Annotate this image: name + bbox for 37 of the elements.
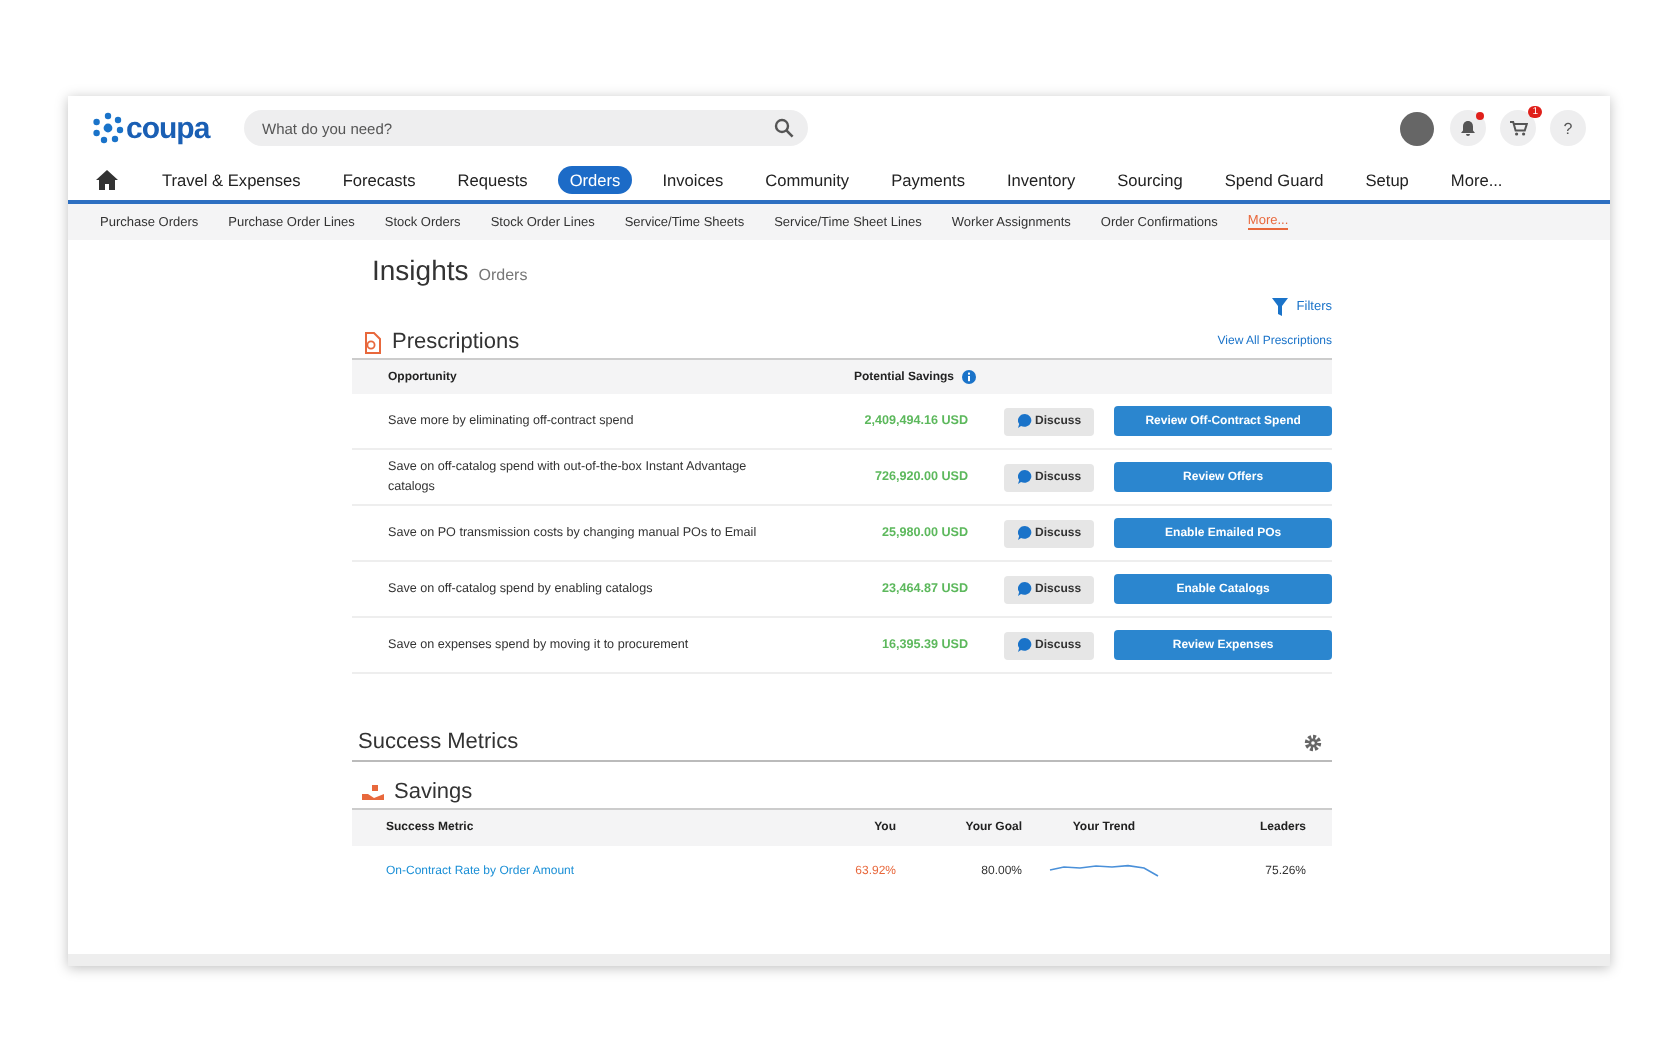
nav-tab[interactable]: Inventory — [994, 166, 1088, 194]
home-icon — [96, 170, 118, 190]
search-icon — [774, 118, 794, 138]
chat-icon — [1017, 638, 1032, 652]
funnel-icon — [1272, 298, 1289, 316]
nav-tab[interactable]: More... — [1438, 166, 1515, 194]
avatar[interactable] — [1400, 111, 1434, 145]
nav-tab[interactable]: Invoices — [650, 166, 736, 194]
nav-tab[interactable]: Community — [753, 166, 862, 194]
savings-icon — [362, 783, 384, 801]
nav-tab[interactable]: Requests — [445, 166, 540, 194]
prescription-icon — [362, 331, 382, 353]
logo[interactable]: coupa — [92, 111, 244, 145]
page-title: Insights — [372, 254, 469, 286]
nav-tab[interactable]: Forecasts — [330, 166, 428, 194]
section-title: Savings — [394, 780, 473, 804]
nav-tab[interactable]: Sourcing — [1105, 166, 1195, 194]
nav-tab[interactable]: Orders — [557, 166, 633, 194]
nav-tab[interactable]: Spend Guard — [1212, 166, 1336, 194]
chat-icon — [1017, 526, 1032, 540]
bell-icon — [1460, 120, 1476, 136]
page-subtitle: Orders — [478, 266, 528, 284]
chat-icon — [1017, 470, 1032, 484]
trend-sparkline — [1048, 864, 1160, 880]
chat-icon — [1017, 582, 1032, 596]
nav-tab[interactable]: Travel & Expenses — [150, 166, 313, 194]
notifications-button[interactable] — [1450, 110, 1486, 146]
chat-icon — [1017, 414, 1032, 428]
section-title: Success Metrics — [358, 730, 519, 754]
nav-tab[interactable]: Payments — [879, 166, 977, 194]
info-icon — [962, 370, 976, 384]
help-button[interactable]: ? — [1550, 110, 1586, 146]
cart-icon — [1509, 120, 1527, 136]
section-title: Prescriptions — [392, 330, 520, 354]
settings-icon — [1304, 733, 1322, 751]
logo-icon — [92, 112, 124, 144]
nav-tab[interactable]: Setup — [1353, 166, 1421, 194]
